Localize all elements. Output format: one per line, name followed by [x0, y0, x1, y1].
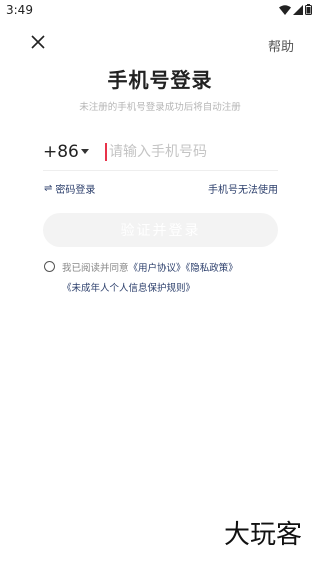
user-agreement-link[interactable]: 《用户协议》	[129, 263, 186, 274]
agreement-checkbox[interactable]	[44, 261, 55, 272]
signal-icon	[293, 4, 303, 15]
phone-input[interactable]	[109, 140, 279, 164]
phone-unavailable-link[interactable]: 手机号无法使用	[208, 181, 278, 196]
text-cursor	[105, 143, 107, 161]
wifi-icon	[279, 4, 291, 15]
close-icon	[31, 35, 45, 49]
brand-logo: 大玩客	[223, 520, 302, 550]
agreement-text-line2: 《未成年人个人信息保护规则》	[62, 280, 195, 294]
minor-protection-link[interactable]: 《未成年人个人信息保护规则》	[62, 283, 195, 294]
page-title: 手机号登录	[107, 68, 213, 92]
privacy-policy-link[interactable]: 《隐私政策》	[186, 263, 238, 274]
status-icons	[279, 4, 312, 15]
verify-login-button[interactable]: 验证并登录	[43, 213, 278, 247]
help-link[interactable]: 帮助	[268, 36, 294, 55]
swap-icon: ⇌	[44, 183, 53, 194]
password-login-label: 密码登录	[55, 185, 96, 196]
chevron-down-icon[interactable]	[81, 149, 89, 154]
page-subtitle: 未注册的手机号登录成功后将自动注册	[79, 102, 241, 113]
login-screen: 3:49 帮助 手机号登录 未注册的手机号登录成功后将自动注册 +86 ⇌ 密码…	[0, 0, 320, 569]
status-bar: 3:49	[0, 0, 320, 22]
close-button[interactable]	[28, 32, 48, 52]
agreement-text: 我已阅读并同意《用户协议》《隐私政策》	[62, 260, 238, 274]
country-code-selector[interactable]: +86	[43, 142, 79, 162]
status-time: 3:49	[6, 3, 33, 17]
agreement-prefix: 我已阅读并同意	[62, 263, 129, 274]
battery-icon	[305, 4, 312, 15]
input-underline	[43, 170, 278, 171]
password-login-link[interactable]: ⇌ 密码登录	[44, 181, 95, 196]
